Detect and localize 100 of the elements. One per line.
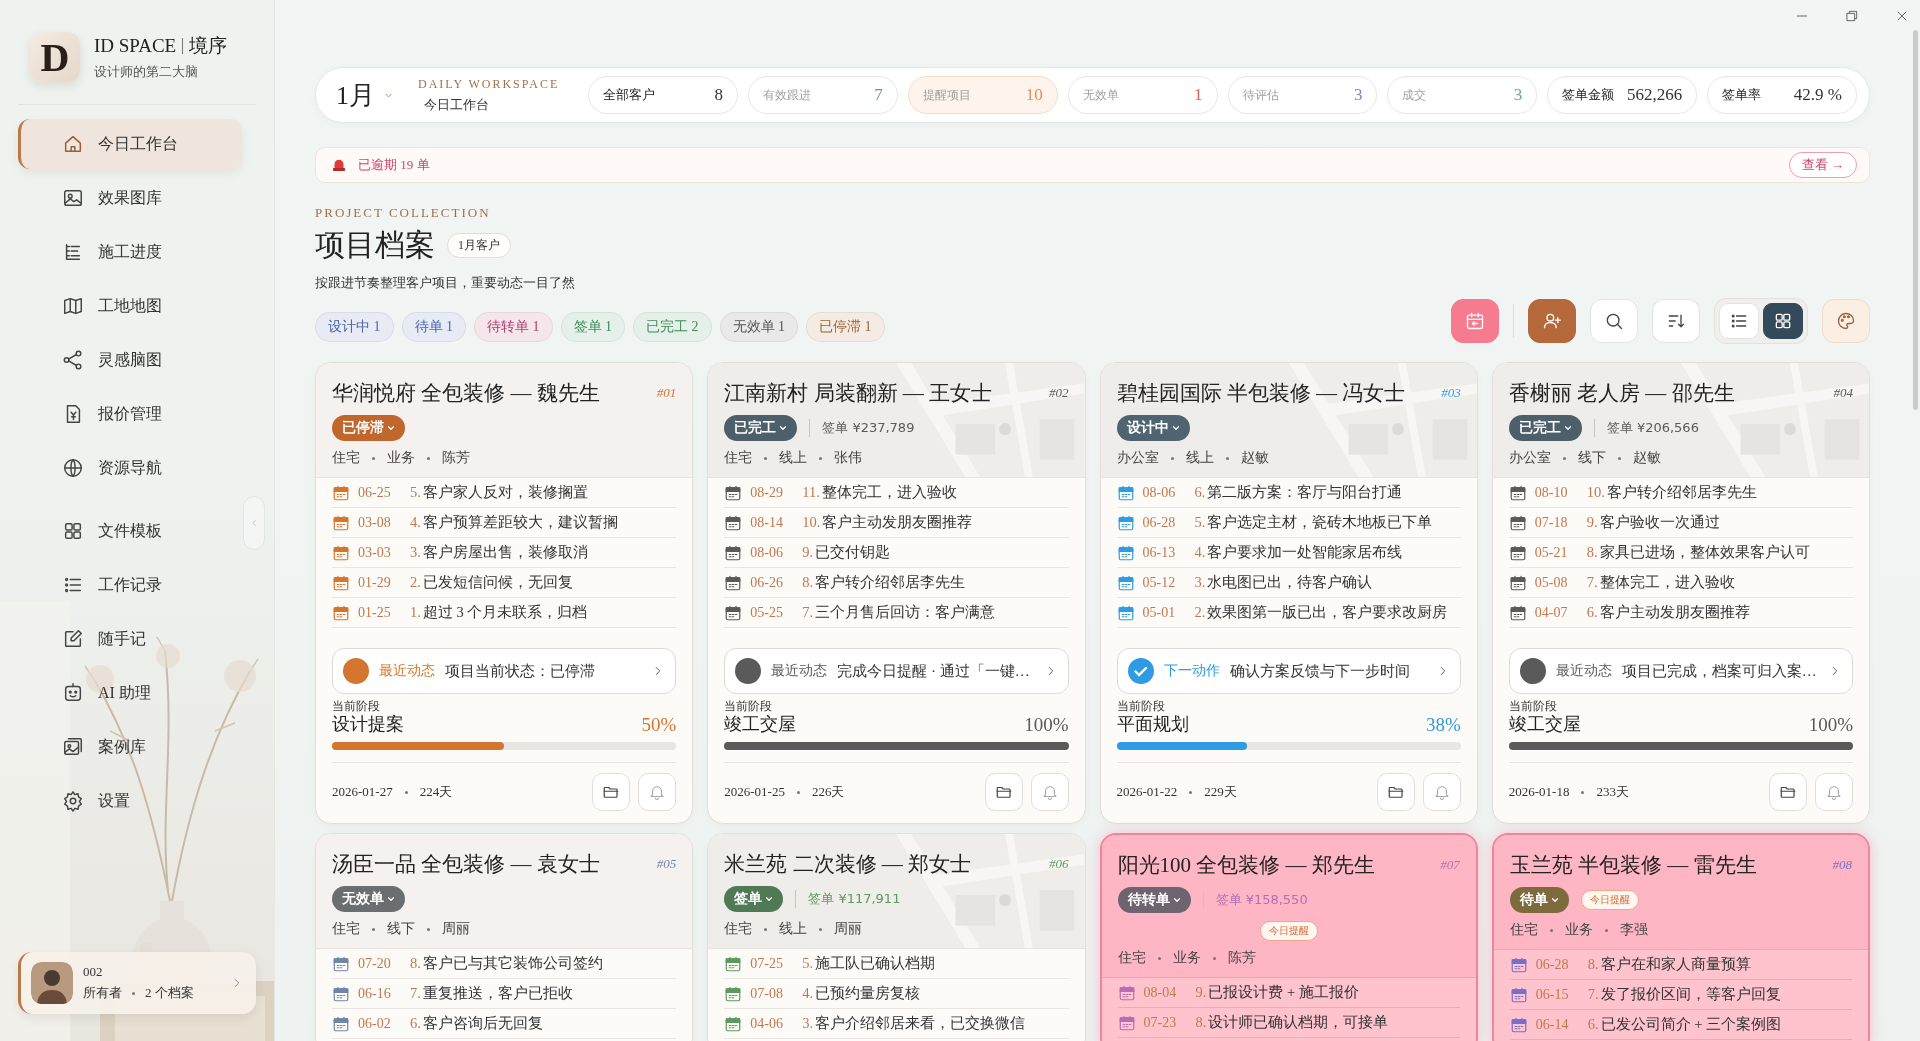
overdue-text: 已逾期 19 单 — [358, 156, 431, 174]
stat-pill[interactable]: 全部客户 8 — [588, 76, 738, 114]
nav-item[interactable]: 报价管理 — [18, 389, 242, 439]
nav-item[interactable]: 工作记录 — [18, 560, 242, 610]
sort-button[interactable] — [1652, 299, 1700, 343]
nav-item[interactable]: 灵感脑图 — [18, 335, 242, 385]
entry-text: 已预约量房复核 — [815, 984, 921, 1003]
reminder-button[interactable] — [638, 773, 677, 811]
meta-text: 李强 — [1619, 921, 1648, 939]
reminder-button[interactable] — [1030, 773, 1069, 811]
filter-chip[interactable]: 设计中 1 — [315, 312, 394, 342]
entry-text: 已发短信问候，无回复 — [422, 573, 573, 592]
nav-item[interactable]: 今日工作台 — [18, 119, 242, 169]
card-title: 江南新村 局装翻新 — 王女士 — [724, 380, 992, 407]
view-button[interactable]: 查看 → — [1788, 152, 1857, 178]
palette-icon — [1836, 311, 1856, 331]
nav-item[interactable]: 效果图库 — [18, 173, 242, 223]
activity-row[interactable]: 最近动态 完成今日提醒 · 通过「一键… — [724, 648, 1069, 694]
stat-pill[interactable]: 签单金额 562,266 — [1547, 76, 1698, 114]
filter-chip[interactable]: 已完工 2 — [633, 312, 712, 342]
card-number: #01 — [656, 385, 677, 401]
filter-chip[interactable]: 待转单 1 — [474, 312, 553, 342]
filter-chip[interactable]: 签单 1 — [560, 312, 625, 342]
edit-icon — [62, 628, 84, 650]
entry-text: 已发公司简介 + 三个案例图 — [1600, 1015, 1782, 1034]
user-card[interactable]: 002 所有者 2 个档案 — [18, 952, 256, 1014]
entry-text: 客户主动发朋友圈推荐 — [1599, 603, 1750, 622]
entry-number: 9. — [802, 544, 814, 561]
folder-button[interactable] — [1376, 773, 1415, 811]
archive-count: 2 个档案 — [145, 984, 194, 1002]
status-dropdown[interactable]: 设计中 — [1116, 415, 1190, 441]
stat-value: 3 — [1513, 85, 1523, 105]
entry-text: 第二版方案：客厅与阳台打通 — [1207, 483, 1403, 502]
calendar-icon — [332, 543, 350, 562]
status-dropdown[interactable]: 无效单 — [332, 886, 405, 912]
avatar — [31, 962, 73, 1004]
status-dropdown[interactable]: 签单 — [724, 886, 784, 912]
status-dropdown[interactable]: 已停滞 — [332, 415, 405, 441]
collapse-handle[interactable] — [243, 496, 265, 550]
activity-row[interactable]: 最近动态 项目当前状态：已停滞 — [332, 648, 677, 694]
nav-item[interactable]: AI 助理 — [18, 668, 242, 718]
section-title: 项目档案 — [315, 227, 435, 263]
reminder-tag: 今日提醒 — [1259, 921, 1318, 941]
reminder-button[interactable] — [1815, 773, 1853, 811]
meta-text: 线上 — [779, 449, 808, 467]
entry-number: 10. — [802, 514, 821, 531]
entry-date: 08-06 — [1142, 484, 1177, 501]
stat-pill[interactable]: 待评估 3 — [1227, 76, 1378, 114]
card-title: 玉兰苑 半包装修 — 雷先生 — [1509, 852, 1757, 879]
status-dropdown[interactable]: 待转单 — [1117, 887, 1191, 913]
entry-number: 8. — [802, 574, 814, 591]
meta-text: 办公室 — [1116, 449, 1159, 467]
entry-date: 08-06 — [750, 544, 784, 561]
restore-icon[interactable] — [1844, 8, 1860, 24]
nav-item[interactable]: 设置 — [18, 776, 242, 826]
nav-item[interactable]: 随手记 — [18, 614, 242, 664]
entry-date: 08-10 — [1534, 484, 1569, 501]
folder-button[interactable] — [1769, 773, 1807, 811]
stage-caption: 当前阶段 — [724, 700, 774, 712]
filter-chip[interactable]: 待单 1 — [401, 312, 466, 342]
add-client-button[interactable] — [1528, 299, 1576, 343]
nav-item[interactable]: 工地地图 — [18, 281, 242, 331]
entry-number: 4. — [802, 985, 814, 1002]
scrollbar-thumb[interactable] — [1913, 30, 1918, 410]
meta-text: 住宅 — [1117, 949, 1146, 967]
nav-item[interactable]: 施工进度 — [18, 227, 242, 277]
activity-label: 最近动态 — [1555, 662, 1612, 680]
activity-row[interactable]: 下一动作 确认方案反馈与下一步时间 — [1116, 648, 1461, 694]
created-date: 2026-01-18 — [1508, 784, 1570, 800]
status-dropdown[interactable]: 已完工 — [1508, 415, 1582, 441]
meta-text: 周丽 — [442, 920, 470, 938]
nav-item[interactable]: 案例库 — [18, 722, 242, 772]
stat-value: 8 — [714, 85, 723, 105]
entry-text: 客户选定主材，瓷砖木地板已下单 — [1207, 513, 1433, 532]
share-icon — [62, 349, 84, 371]
view-toggle-button[interactable] — [1763, 303, 1803, 339]
status-dropdown[interactable]: 已完工 — [724, 415, 798, 441]
calendar-icon — [1116, 573, 1135, 592]
folder-button[interactable] — [592, 773, 631, 811]
activity-row[interactable]: 最近动态 项目已完成，档案可归入案… — [1508, 648, 1853, 694]
entry-date: 05-21 — [1534, 544, 1569, 561]
calendar-button[interactable] — [1451, 299, 1499, 343]
caret-icon — [386, 894, 396, 904]
home-icon — [62, 133, 84, 155]
nav-item[interactable]: 资源导航 — [18, 443, 242, 493]
reminder-button[interactable] — [1422, 773, 1461, 811]
search-button[interactable] — [1590, 299, 1638, 343]
theme-button[interactable] — [1822, 299, 1870, 343]
nav-item[interactable]: 文件模板 — [18, 506, 242, 556]
folder-button[interactable] — [984, 773, 1023, 811]
nav-label: 工作记录 — [98, 574, 162, 595]
add-user-icon — [1542, 311, 1562, 331]
filter-chip[interactable]: 已停滞 1 — [806, 312, 885, 342]
meta-text: 线下 — [1577, 449, 1606, 467]
month-picker[interactable]: 1月 — [336, 77, 375, 113]
filter-chip[interactable]: 无效单 1 — [719, 312, 798, 342]
status-dropdown[interactable]: 待单 — [1509, 887, 1569, 913]
stat-pill[interactable]: 签单率 42.9 % — [1707, 76, 1857, 114]
entry-date: 06-15 — [1535, 986, 1570, 1003]
image-icon — [62, 736, 84, 758]
